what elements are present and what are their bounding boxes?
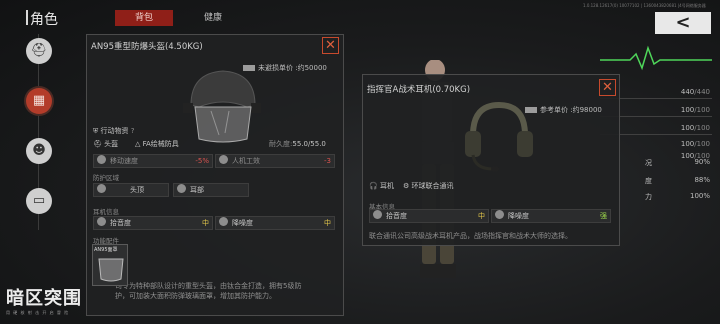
sound-icon <box>97 217 106 226</box>
logo-title: 暗区突围 <box>6 288 82 309</box>
head-icon <box>97 184 106 193</box>
helmet-image <box>183 70 261 143</box>
stat-row: 100/100 <box>680 106 710 114</box>
page-title: 角色 <box>30 12 58 28</box>
mod-slot-visor[interactable]: AN95面罩 <box>92 244 128 286</box>
ergonomics-icon <box>219 155 228 164</box>
helmet-title: AN95重型防爆头盔(4.50KG) <box>91 42 203 52</box>
protection-zone-section: 防护区域 <box>93 174 119 182</box>
action-supply: ⛨ 行动物资 ? <box>93 127 135 135</box>
headphones-icon: 🎧 <box>369 182 380 190</box>
helmet-slot: ⛑ 头盔 <box>93 140 119 148</box>
tab-backpack[interactable]: 背包 <box>115 10 173 26</box>
headset-info-panel: 指挥官A战术耳机(0.70KG) ✕ 参考单价 :约98000 🎧 耳机 ⚙ 环… <box>362 74 620 246</box>
hearing-noise-reduction: 降噪度中 <box>215 216 335 230</box>
headset-hearing-pickup: 拾音度中 <box>369 209 489 223</box>
soldier-helmet-icon: ⛑ <box>30 43 48 58</box>
tab-health[interactable]: 健康 <box>184 10 242 26</box>
helmet-description: 司专为特种部队设计的重型头盔，由钛合金打造，拥有5级防 护，可加装大面积防弹玻璃… <box>115 282 302 300</box>
headset-image <box>465 101 533 172</box>
headset-slot: 🎧 耳机 <box>369 182 394 190</box>
close-icon: ✕ <box>325 38 336 53</box>
stat-percent: 88% <box>694 176 710 184</box>
headset-title: 指挥官A战术耳机(0.70KG) <box>367 85 471 95</box>
visor-icon <box>98 258 124 282</box>
back-button[interactable]: < <box>655 12 711 34</box>
helmet-protection: △ FA绘械防具 <box>135 140 179 148</box>
top-bar: 角色 背包 健康 1.0.128.12617(0) 10077102 | 136… <box>0 0 720 34</box>
headset-brand: ⚙ 环球联合通讯 <box>403 182 454 190</box>
zone-head-top: 头顶 <box>93 183 169 197</box>
headset-description: 联合通讯公司高级战术耳机产品，战场指挥官和战术大师的选择。 <box>369 232 572 240</box>
chevron-left-icon: < <box>675 12 691 33</box>
logo-slogan: 用 硬 核 射 击 开 启 冒 险 <box>6 310 70 315</box>
close-helmet-button[interactable]: ✕ <box>322 37 339 54</box>
ear-icon <box>177 184 186 193</box>
heartbeat-graph <box>600 45 712 71</box>
sidebar-item-gear[interactable]: ▦ <box>26 88 52 114</box>
zone-ears: 耳部 <box>173 183 249 197</box>
stat-percent: 90% <box>694 158 710 166</box>
sidebar-item-equipment[interactable]: ⛑ <box>26 38 52 64</box>
close-headset-button[interactable]: ✕ <box>599 79 616 96</box>
help-icon[interactable]: ? <box>131 127 135 135</box>
sidebar-item-case[interactable]: ▭ <box>26 188 52 214</box>
title-accent <box>26 10 28 25</box>
noise-icon <box>495 210 504 219</box>
modifier-ergonomics: 人机工效 -3 <box>215 154 335 168</box>
helmet-icon: ⛑ <box>93 140 105 148</box>
noise-icon <box>219 217 228 226</box>
briefcase-icon: ▭ <box>32 193 46 208</box>
health-body-icon: ☻ <box>32 143 46 158</box>
helmet-durability: 耐久度:55.0/55.0 <box>269 140 326 148</box>
stat-row: 100/100 <box>680 124 710 132</box>
sidebar-item-health[interactable]: ☻ <box>26 138 52 164</box>
game-logo: 暗区突围 用 硬 核 射 击 开 启 冒 险 <box>6 288 102 322</box>
run-icon <box>97 155 106 164</box>
tactical-vest-icon: ▦ <box>32 93 46 108</box>
close-icon: ✕ <box>602 80 613 95</box>
modifier-move-speed: 移动速度 -5% <box>93 154 213 168</box>
stat-percent: 100% <box>689 192 710 200</box>
stat-label: 力 <box>645 193 652 201</box>
sidebar: ⛑ ▦ ☻ ▭ <box>14 34 64 284</box>
armor-class-icon: △ <box>135 140 143 148</box>
stat-label: 度 <box>645 177 652 185</box>
hearing-pickup: 拾音度中 <box>93 216 213 230</box>
hearing-section: 耳机信息 <box>93 208 119 216</box>
headset-noise-reduction: 降噪度强 <box>491 209 611 223</box>
sound-icon <box>373 210 382 219</box>
stat-label: 况 <box>645 159 652 167</box>
mod-name: AN95面罩 <box>94 247 118 253</box>
comm-icon: ⚙ <box>403 182 412 190</box>
version-text: 1.0.128.12617(0) 10077102 | 136004382068… <box>583 3 706 8</box>
stat-row: 100/100 <box>680 140 710 148</box>
stat-row: 440/440 <box>680 88 710 96</box>
